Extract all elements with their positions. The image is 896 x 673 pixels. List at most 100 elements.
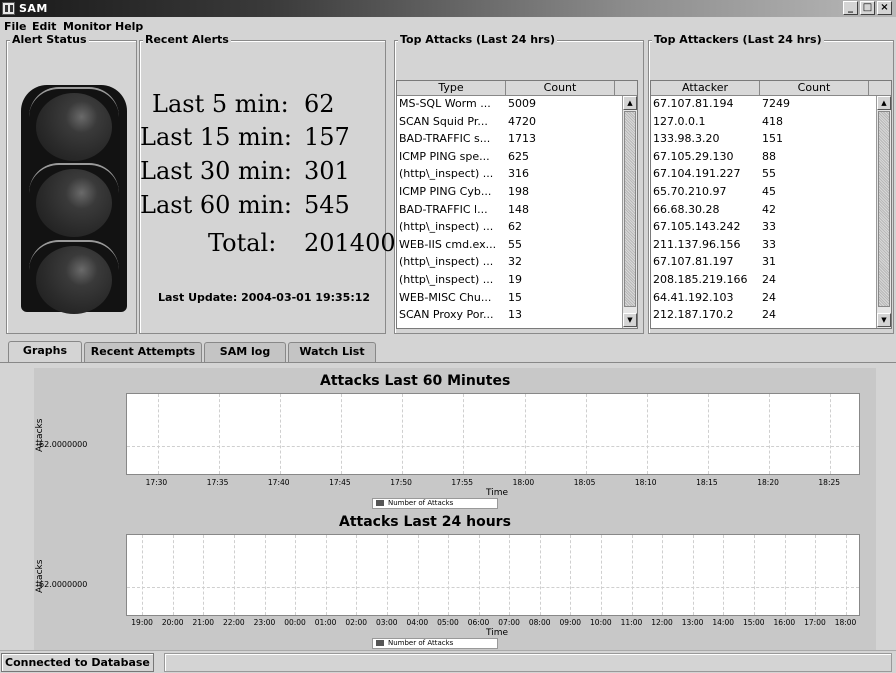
chart2-gridline xyxy=(845,535,847,615)
attacks-row-11-count[interactable]: 15 xyxy=(508,291,618,305)
attackers-row-1-name[interactable]: 127.0.0.1 xyxy=(653,115,759,129)
attacks-row-5-count[interactable]: 198 xyxy=(508,185,618,199)
chart1-legend: Number of Attacks xyxy=(372,498,498,509)
chart2-x-tick: 01:00 xyxy=(314,618,337,627)
title-bar[interactable]: SAM _ □ × xyxy=(0,0,896,17)
attacks-row-2-name[interactable]: BAD-TRAFFIC s... xyxy=(399,132,505,146)
attacks-row-1-name[interactable]: SCAN Squid Pr... xyxy=(399,115,505,129)
attackers-row-0-count[interactable]: 7249 xyxy=(762,97,872,111)
attackers-scroll-thumb[interactable] xyxy=(878,111,890,307)
attackers-row-9-name[interactable]: 67.107.81.197 xyxy=(653,255,759,269)
attacks-row-7-count[interactable]: 62 xyxy=(508,220,618,234)
tab-watch-list[interactable]: Watch List xyxy=(288,342,376,362)
attacks-row-2-count[interactable]: 1713 xyxy=(508,132,618,146)
attackers-header-attacker[interactable]: Attacker xyxy=(651,81,760,96)
attacks-row-1-count[interactable]: 4720 xyxy=(508,115,618,129)
attacks-header-type[interactable]: Type xyxy=(397,81,506,96)
attacks-row-0-count[interactable]: 5009 xyxy=(508,97,618,111)
chart2-gridline xyxy=(172,535,174,615)
chart1-gridline xyxy=(524,394,526,474)
chart2-x-tick: 23:00 xyxy=(253,618,276,627)
attacks-row-4-name[interactable]: (http\_inspect) ... xyxy=(399,167,505,181)
attackers-row-6-count[interactable]: 42 xyxy=(762,203,872,217)
chart2-x-tick: 16:00 xyxy=(773,618,796,627)
tab-graphs[interactable]: Graphs xyxy=(8,341,82,363)
attackers-row-11-count[interactable]: 24 xyxy=(762,291,872,305)
minimize-button[interactable]: _ xyxy=(843,1,858,15)
chart2-x-tick: 14:00 xyxy=(712,618,734,627)
attacks-row-8-count[interactable]: 55 xyxy=(508,238,618,252)
chart2-x-tick: 09:00 xyxy=(559,618,582,627)
attacks-row-7-name[interactable]: (http\_inspect) ... xyxy=(399,220,505,234)
scroll-down-icon[interactable]: ▼ xyxy=(623,313,637,327)
attackers-row-1-count[interactable]: 418 xyxy=(762,115,872,129)
attackers-row-3-count[interactable]: 88 xyxy=(762,150,872,164)
chart1-y-tick: 62.0000000 xyxy=(39,440,88,449)
attacks-row-5-name[interactable]: ICMP PING Cyb... xyxy=(399,185,505,199)
attackers-row-9-count[interactable]: 31 xyxy=(762,255,872,269)
attackers-scrollbar[interactable]: ▲ ▼ xyxy=(876,96,891,328)
scroll-up-icon[interactable]: ▲ xyxy=(623,96,637,110)
chart2-x-tick: 18:00 xyxy=(834,618,857,627)
attackers-row-7-name[interactable]: 67.105.143.242 xyxy=(653,220,759,234)
chart2-x-tick: 15:00 xyxy=(742,618,765,627)
attackers-row-5-count[interactable]: 45 xyxy=(762,185,872,199)
attackers-row-4-name[interactable]: 67.104.191.227 xyxy=(653,167,759,181)
menu-monitor[interactable]: Monitor xyxy=(63,20,111,33)
attackers-header-count[interactable]: Count xyxy=(760,81,869,96)
attackers-row-10-count[interactable]: 24 xyxy=(762,273,872,287)
attackers-row-12-name[interactable]: 212.187.170.2 xyxy=(653,308,759,322)
attackers-row-12-count[interactable]: 24 xyxy=(762,308,872,322)
attacks-row-4-count[interactable]: 316 xyxy=(508,167,618,181)
chart1-h-gridline xyxy=(127,446,859,447)
chart1-gridline xyxy=(402,394,404,474)
attackers-row-0-name[interactable]: 67.107.81.194 xyxy=(653,97,759,111)
attackers-row-4-count[interactable]: 55 xyxy=(762,167,872,181)
attackers-row-11-name[interactable]: 64.41.192.103 xyxy=(653,291,759,305)
scroll-up-icon[interactable]: ▲ xyxy=(877,96,891,110)
attacks-row-12-name[interactable]: SCAN Proxy Por... xyxy=(399,308,505,322)
chart2-gridline xyxy=(386,535,388,615)
attacks-row-9-count[interactable]: 32 xyxy=(508,255,618,269)
maximize-button[interactable]: □ xyxy=(860,1,875,15)
attacks-row-0-name[interactable]: MS-SQL Worm ... xyxy=(399,97,505,111)
attacks-row-10-count[interactable]: 19 xyxy=(508,273,618,287)
attackers-row-8-count[interactable]: 33 xyxy=(762,238,872,252)
close-button[interactable]: × xyxy=(877,1,892,15)
attacks-scrollbar[interactable]: ▲ ▼ xyxy=(622,96,637,328)
attacks-row-3-count[interactable]: 625 xyxy=(508,150,618,164)
attackers-row-10-name[interactable]: 208.185.219.166 xyxy=(653,273,759,287)
attacks-row-9-name[interactable]: (http\_inspect) ... xyxy=(399,255,505,269)
attackers-row-5-name[interactable]: 65.70.210.97 xyxy=(653,185,759,199)
chart2-x-label: Time xyxy=(486,628,509,638)
top-attacks-table[interactable]: Type Count MS-SQL Worm ... 5009 SCAN Squid… xyxy=(396,80,638,329)
attackers-row-2-count[interactable]: 151 xyxy=(762,132,872,146)
tab-sam-log[interactable]: SAM log xyxy=(204,342,286,362)
attacks-row-8-name[interactable]: WEB-IIS cmd.ex... xyxy=(399,238,505,252)
attacks-row-11-name[interactable]: WEB-MISC Chu... xyxy=(399,291,505,305)
tab-recent-attempts[interactable]: Recent Attempts xyxy=(84,342,202,362)
attackers-row-7-count[interactable]: 33 xyxy=(762,220,872,234)
attacks-row-12-count[interactable]: 13 xyxy=(508,308,618,322)
menu-help[interactable]: Help xyxy=(115,20,143,33)
attacks-row-3-name[interactable]: ICMP PING spe... xyxy=(399,150,505,164)
attacks-row-6-name[interactable]: BAD-TRAFFIC l... xyxy=(399,203,505,217)
attackers-row-3-name[interactable]: 67.105.29.130 xyxy=(653,150,759,164)
attacks-header-count[interactable]: Count xyxy=(506,81,615,96)
top-attackers-table[interactable]: Attacker Count 67.107.81.194 7249 127.0.0.… xyxy=(650,80,892,329)
attackers-row-6-name[interactable]: 66.68.30.28 xyxy=(653,203,759,217)
attacks-row-10-name[interactable]: (http\_inspect) ... xyxy=(399,273,505,287)
attacks-row-6-count[interactable]: 148 xyxy=(508,203,618,217)
chart1-x-tick: 18:05 xyxy=(573,478,596,487)
attacks-scroll-thumb[interactable] xyxy=(624,111,636,307)
window-title: SAM xyxy=(19,2,48,15)
alert-value-total: 201400 xyxy=(304,229,396,257)
attackers-row-8-name[interactable]: 211.137.96.156 xyxy=(653,238,759,252)
alert-row-total: Total: xyxy=(208,229,277,257)
scroll-down-icon[interactable]: ▼ xyxy=(877,313,891,327)
chart2-gridline xyxy=(295,535,297,615)
menu-file[interactable]: File xyxy=(4,20,27,33)
menu-edit[interactable]: Edit xyxy=(32,20,56,33)
chart2-gridline xyxy=(509,535,511,615)
attackers-row-2-name[interactable]: 133.98.3.20 xyxy=(653,132,759,146)
